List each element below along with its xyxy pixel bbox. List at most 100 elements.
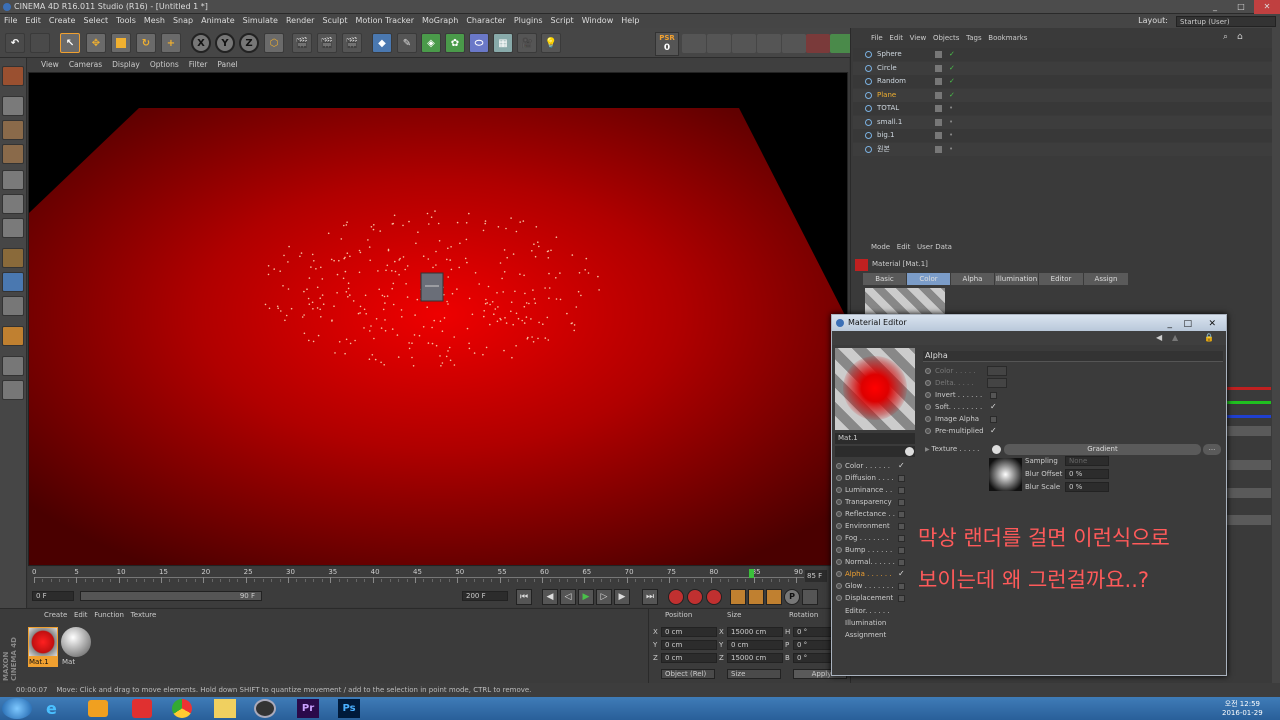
home-icon[interactable]: ⌂ — [1237, 32, 1243, 42]
z-axis-lock[interactable]: Z — [239, 33, 259, 53]
channel-item[interactable]: Displacement — [835, 592, 907, 604]
property-swatch[interactable] — [987, 378, 1007, 388]
color-slider-g[interactable] — [1223, 401, 1271, 404]
snapping-icon[interactable] — [2, 296, 24, 316]
enable-checkmark[interactable]: • — [949, 143, 953, 156]
blur-scale-field[interactable]: 0 % — [1065, 482, 1109, 492]
enable-checkmark[interactable]: ✓ — [949, 48, 955, 61]
channel-extra-item[interactable]: Editor. . . . . . — [835, 605, 907, 617]
ik-icon[interactable] — [782, 34, 806, 53]
dialog-maximize-button[interactable]: □ — [1183, 316, 1192, 332]
layout-dropdown[interactable]: Startup (User) — [1176, 15, 1276, 27]
axis-mode-icon[interactable] — [2, 248, 24, 268]
next-key-icon[interactable]: ▶ — [614, 589, 630, 605]
parameter-icon[interactable] — [682, 34, 706, 53]
property-swatch[interactable] — [987, 366, 1007, 376]
visibility-toggle[interactable] — [935, 91, 942, 99]
size-x-field[interactable]: 15000 cm — [727, 627, 783, 637]
channel-checkbox[interactable]: ✓ — [898, 568, 905, 578]
kakao-icon[interactable] — [132, 699, 152, 718]
mix-strength-field[interactable] — [1223, 515, 1271, 525]
record-keys-icon[interactable] — [668, 589, 684, 605]
menu-edit[interactable]: Edit — [21, 14, 45, 28]
lock-icon[interactable]: 🔒 — [1204, 333, 1214, 342]
menu-mograph[interactable]: MoGraph — [418, 14, 462, 28]
dialog-minimize-button[interactable]: _ — [1168, 316, 1173, 332]
channel-checkbox[interactable] — [898, 535, 905, 542]
menu-character[interactable]: Character — [462, 14, 510, 28]
property-checkbox[interactable]: ✓ — [990, 401, 997, 411]
subdivision-surface-icon[interactable]: ◈ — [421, 33, 441, 53]
material-preview[interactable] — [835, 348, 915, 430]
attribute-menu-edit[interactable]: Edit — [897, 243, 911, 251]
tab-basic[interactable]: Basic — [863, 273, 907, 285]
edges-mode-icon[interactable] — [2, 194, 24, 214]
timeline-ruler[interactable]: 0 5 10 15 20 25 30 35 40 45 50 55 60 65 70 75 80 85 90 85 … — [28, 567, 848, 587]
play-icon[interactable]: ▶ — [578, 589, 594, 605]
object-menu-view[interactable]: View — [910, 34, 927, 42]
texture-gradient-button[interactable]: Gradient — [1004, 444, 1201, 455]
undo-icon[interactable]: ↶ — [5, 33, 25, 53]
object-row[interactable]: TOTAL • — [853, 102, 1273, 115]
attribute-menu-userdata[interactable]: User Data — [917, 243, 952, 251]
channel-checkbox[interactable]: ✓ — [898, 460, 905, 470]
snap-icon[interactable] — [757, 34, 781, 53]
channel-checkbox[interactable] — [898, 547, 905, 554]
keyframe-selection-icon[interactable] — [706, 589, 722, 605]
object-row[interactable]: Plane ✓ — [853, 88, 1273, 102]
size-mode-dropdown[interactable]: Size — [727, 669, 781, 679]
menu-file[interactable]: File — [0, 14, 21, 28]
key-scale-icon[interactable] — [748, 589, 764, 605]
channel-checkbox[interactable] — [898, 523, 905, 530]
size-z-field[interactable]: 15000 cm — [727, 653, 783, 663]
points-mode-icon[interactable] — [2, 170, 24, 190]
maximize-button[interactable]: □ — [1228, 0, 1254, 14]
channel-item[interactable]: Glow . . . . . . . — [835, 580, 907, 592]
perspective-viewport[interactable] — [28, 72, 848, 566]
object-menu-bookmarks[interactable]: Bookmarks — [988, 34, 1027, 42]
key-rotation-icon[interactable] — [766, 589, 782, 605]
key-pla-icon[interactable] — [802, 589, 818, 605]
viewport-menu-panel[interactable]: Panel — [212, 58, 242, 72]
live-select-icon[interactable]: + — [161, 33, 181, 53]
clock[interactable]: 오전 12:59 2016-01-29 — [1222, 699, 1263, 717]
channel-item[interactable]: Alpha . . . . . . ✓ — [835, 568, 907, 580]
channel-checkbox[interactable] — [898, 511, 905, 518]
dialog-close-button[interactable]: ✕ — [1208, 316, 1216, 332]
object-row[interactable]: small.1 • — [853, 115, 1273, 129]
right-side-tabs[interactable] — [1272, 28, 1280, 683]
channel-item[interactable]: Diffusion . . . . — [835, 472, 907, 484]
visibility-toggle[interactable] — [935, 64, 942, 72]
minimize-button[interactable]: _ — [1202, 0, 1228, 14]
planar-workplane-icon[interactable] — [2, 380, 24, 400]
menu-simulate[interactable]: Simulate — [239, 14, 282, 28]
channel-checkbox[interactable] — [898, 583, 905, 590]
channel-checkbox[interactable] — [898, 499, 905, 506]
menu-tools[interactable]: Tools — [112, 14, 140, 28]
workplane-icon[interactable] — [732, 34, 756, 53]
channel-item[interactable]: Bump . . . . . . — [835, 544, 907, 556]
model-mode-icon[interactable] — [2, 96, 24, 116]
attribute-menu-mode[interactable]: Mode — [871, 243, 890, 251]
start-frame-field[interactable]: 0 F — [32, 591, 74, 601]
enable-checkmark[interactable]: ✓ — [949, 62, 955, 75]
key-parameter-icon[interactable]: P — [784, 589, 800, 605]
menu-window[interactable]: Window — [578, 14, 618, 28]
file-explorer-icon[interactable] — [214, 699, 236, 718]
object-menu-file[interactable]: File — [871, 34, 883, 42]
material-thumbnail-mat1[interactable] — [28, 627, 58, 657]
channel-checkbox[interactable] — [898, 559, 905, 566]
start-button-icon[interactable] — [2, 698, 32, 719]
lock-workplane-icon[interactable] — [2, 356, 24, 376]
property-checkbox[interactable] — [990, 416, 997, 423]
floor-icon[interactable]: ▦ — [493, 33, 513, 53]
material-name-field[interactable]: Mat.1 — [835, 433, 915, 444]
light-icon[interactable]: 💡 — [541, 33, 561, 53]
texture-field-right[interactable] — [1223, 460, 1271, 470]
bake-icon[interactable] — [806, 34, 830, 53]
channel-item[interactable]: Reflectance . . — [835, 508, 907, 520]
tab-illumination[interactable]: Illumination — [995, 273, 1039, 285]
cinema4d-taskbar-icon[interactable] — [254, 699, 276, 718]
preview-range-slider[interactable]: 90 F — [80, 591, 262, 601]
solo-icon[interactable] — [2, 326, 24, 346]
